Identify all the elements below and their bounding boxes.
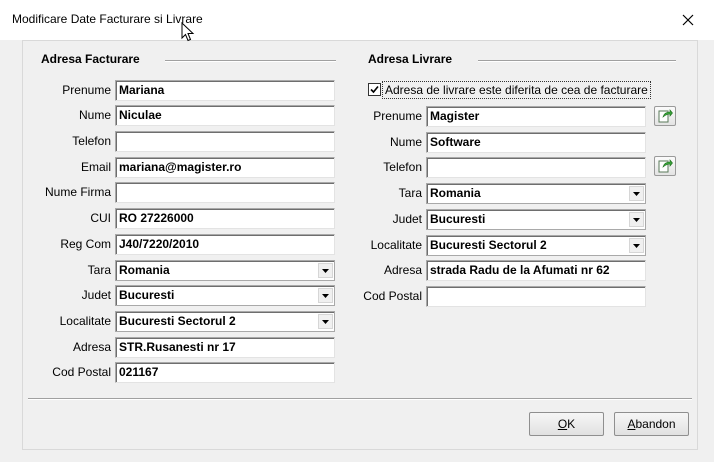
billing-telefon-field[interactable] (115, 131, 335, 152)
billing-localitate-label: Localitate (59, 314, 111, 328)
billing-tara-select[interactable]: Romania (115, 260, 335, 281)
billing-localitate-select[interactable]: Bucuresti Sectorul 2 (115, 311, 335, 332)
shipping-judet-dropdown-button[interactable] (629, 212, 644, 227)
billing-adresa-field[interactable]: STR.Rusanesti nr 17 (115, 337, 335, 358)
shipping-localitate-dropdown-button[interactable] (629, 238, 644, 253)
billing-tara-value: Romania (119, 263, 170, 277)
copy-green-arrow-icon (658, 109, 673, 123)
billing-cui-label: CUI (90, 211, 111, 225)
billing-localitate-dropdown-button[interactable] (318, 314, 333, 329)
cancel-accelerator: A (627, 417, 636, 431)
billing-email-label: Email (80, 160, 111, 174)
shipping-prenume-field[interactable]: Magister (426, 106, 646, 127)
shipping-judet-label: Judet (392, 212, 422, 226)
dialog-window: Modificare Date Facturare si Livrare Adr… (0, 0, 714, 462)
ok-label-rest: K (567, 417, 576, 431)
billing-section-title: Adresa Facturare (41, 52, 140, 66)
shipping-tara-select[interactable]: Romania (426, 183, 646, 204)
shipping-localitate-value: Bucuresti Sectorul 2 (430, 238, 547, 252)
ok-accelerator: O (557, 417, 568, 431)
billing-prenume-field[interactable]: Mariana (115, 80, 335, 101)
different-address-checkbox[interactable] (368, 83, 381, 96)
chevron-down-icon (322, 268, 329, 273)
billing-regcom-label: Reg Com (60, 237, 111, 251)
cancel-button[interactable]: Abandon (614, 412, 689, 436)
copy-name-button[interactable] (654, 106, 676, 126)
chevron-down-icon (322, 319, 329, 324)
shipping-telefon-label: Telefon (383, 160, 422, 174)
billing-nume-label: Nume (78, 108, 111, 122)
billing-cui-field[interactable]: RO 27226000 (115, 208, 335, 229)
shipping-section-title: Adresa Livrare (368, 52, 453, 66)
billing-section-divider (165, 60, 336, 62)
billing-regcom-field[interactable]: J40/7220/2010 (115, 234, 335, 255)
dialog-client: Adresa Facturare Prenume Mariana Nume Ni… (22, 40, 698, 450)
copy-phone-button[interactable] (654, 156, 676, 176)
billing-firma-label: Nume Firma (44, 185, 111, 199)
checkmark-icon (370, 85, 379, 94)
billing-tara-dropdown-button[interactable] (318, 263, 333, 278)
billing-telefon-label: Telefon (72, 134, 111, 148)
billing-tara-label: Tara (87, 263, 111, 277)
window-title: Modificare Date Facturare si Livrare (12, 12, 203, 26)
close-button[interactable] (668, 6, 708, 34)
billing-adresa-label: Adresa (72, 340, 111, 354)
mouse-cursor-icon (181, 22, 195, 42)
billing-codpostal-field[interactable]: 021167 (115, 362, 335, 383)
shipping-section-divider (478, 60, 676, 62)
billing-codpostal-label: Cod Postal (52, 365, 111, 379)
billing-judet-value: Bucuresti (119, 288, 175, 302)
chevron-down-icon (633, 243, 640, 248)
shipping-localitate-label: Localitate (370, 238, 422, 252)
shipping-adresa-label: Adresa (383, 263, 422, 277)
copy-green-arrow-icon (658, 159, 673, 173)
shipping-prenume-label: Prenume (373, 109, 422, 123)
shipping-tara-label: Tara (398, 186, 422, 200)
shipping-judet-select[interactable]: Bucuresti (426, 209, 646, 230)
shipping-telefon-field[interactable] (426, 157, 646, 178)
shipping-codpostal-field[interactable] (426, 286, 646, 307)
shipping-judet-value: Bucuresti (430, 212, 486, 226)
chevron-down-icon (633, 217, 640, 222)
chevron-down-icon (322, 293, 329, 298)
billing-judet-label: Judet (81, 288, 111, 302)
cancel-label-rest: bandon (635, 417, 676, 431)
billing-email-field[interactable]: mariana@magister.ro (115, 157, 335, 178)
shipping-adresa-field[interactable]: strada Radu de la Afumati nr 62 (426, 260, 646, 281)
shipping-localitate-select[interactable]: Bucuresti Sectorul 2 (426, 235, 646, 256)
button-bar-divider (28, 398, 692, 400)
shipping-tara-dropdown-button[interactable] (629, 186, 644, 201)
billing-nume-field[interactable]: Niculae (115, 105, 335, 126)
shipping-nume-field[interactable]: Software (426, 132, 646, 153)
close-icon (682, 14, 694, 26)
shipping-codpostal-label: Cod Postal (363, 289, 422, 303)
ok-button[interactable]: OK (529, 412, 604, 436)
billing-localitate-value: Bucuresti Sectorul 2 (119, 314, 236, 328)
chevron-down-icon (633, 191, 640, 196)
shipping-nume-label: Nume (389, 135, 422, 149)
billing-prenume-label: Prenume (62, 83, 111, 97)
billing-judet-dropdown-button[interactable] (318, 288, 333, 303)
different-address-label[interactable]: Adresa de livrare este diferita de cea d… (382, 81, 651, 99)
shipping-tara-value: Romania (430, 186, 481, 200)
title-bar[interactable]: Modificare Date Facturare si Livrare (0, 0, 714, 40)
billing-judet-select[interactable]: Bucuresti (115, 285, 335, 306)
billing-firma-field[interactable] (115, 182, 335, 203)
